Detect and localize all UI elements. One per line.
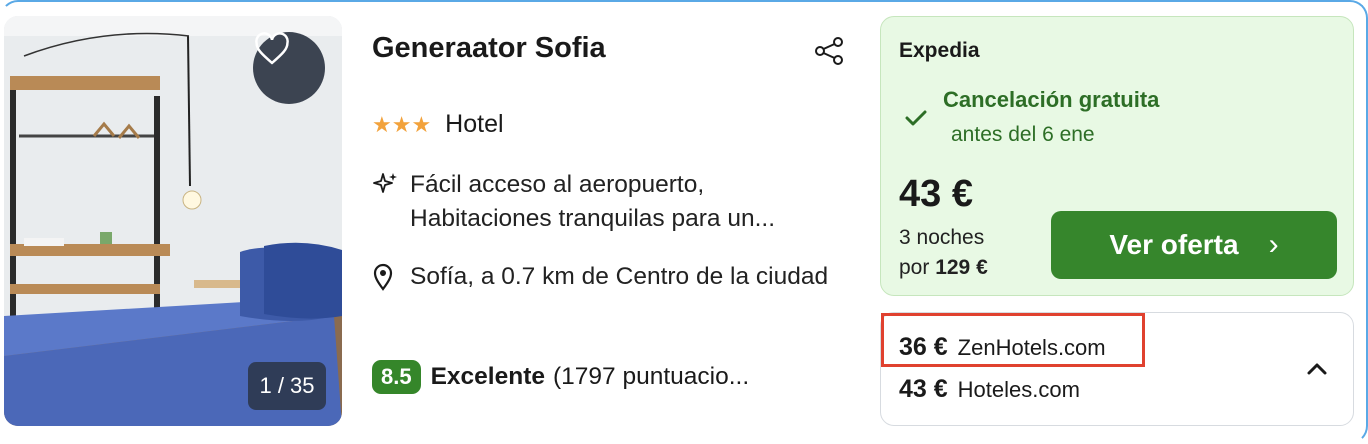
stars-icon: ★★★	[372, 111, 432, 137]
chevron-right-icon: ›	[1268, 228, 1279, 261]
hotel-info: Generaator Sofia ★★★ Hotel Fácil acceso …	[372, 0, 852, 444]
view-deal-button[interactable]: Ver oferta ›	[1051, 211, 1337, 279]
main-offer[interactable]: Expedia Cancelación gratuita antes del 6…	[880, 16, 1354, 296]
collapse-offers-button[interactable]	[1303, 355, 1331, 383]
rating-count: (1797 puntuacio...	[553, 363, 750, 390]
heart-icon	[255, 32, 289, 65]
free-cancellation-label: Cancelación gratuita	[943, 87, 1160, 112]
rating-score-badge: 8.5	[372, 360, 421, 394]
alt-offer-provider: Hoteles.com	[957, 377, 1080, 402]
offer-provider: Expedia	[899, 39, 980, 62]
hotel-class: ★★★ Hotel	[372, 110, 504, 139]
view-deal-label: Ver oferta	[1109, 229, 1239, 260]
chevron-up-icon	[1307, 363, 1327, 375]
hotel-photo[interactable]: 1 / 35	[4, 16, 342, 426]
sparkle-icon	[373, 173, 397, 193]
offer-price: 43 €	[899, 173, 973, 215]
nights-prefix: por	[899, 256, 930, 279]
other-offers: 36 € ZenHotels.com 43 € Hoteles.com	[880, 312, 1354, 426]
hotel-type: Hotel	[445, 110, 504, 138]
favorite-button[interactable]	[253, 32, 325, 104]
total-price: 129 €	[935, 256, 988, 279]
hotel-name[interactable]: Generaator Sofia	[372, 32, 606, 65]
map-pin-icon	[373, 263, 393, 291]
stay-total: 3 noches por 129 €	[899, 223, 988, 283]
alt-offer-price: 43 €	[899, 375, 948, 403]
gallery-counter: 1 / 35	[248, 362, 326, 410]
check-icon	[905, 110, 927, 126]
alt-offer-row[interactable]: 43 € Hoteles.com	[899, 375, 1080, 404]
features-text: Fácil acceso al aeropuerto, Habitaciones…	[410, 171, 775, 232]
rating[interactable]: 8.5 Excelente (1797 puntuacio...	[372, 360, 749, 394]
location-text: Sofía, a 0.7 km de Centro de la ciudad	[410, 263, 829, 290]
hotel-features: Fácil acceso al aeropuerto, Habitaciones…	[372, 168, 850, 236]
cancellation-deadline: antes del 6 ene	[951, 123, 1095, 146]
rating-label: Excelente	[430, 363, 545, 390]
share-button[interactable]	[812, 34, 846, 68]
highlight-box	[881, 313, 1145, 367]
hotel-location: Sofía, a 0.7 km de Centro de la ciudad	[372, 260, 830, 296]
nights-count: 3 noches	[899, 226, 985, 249]
share-icon	[815, 37, 843, 65]
